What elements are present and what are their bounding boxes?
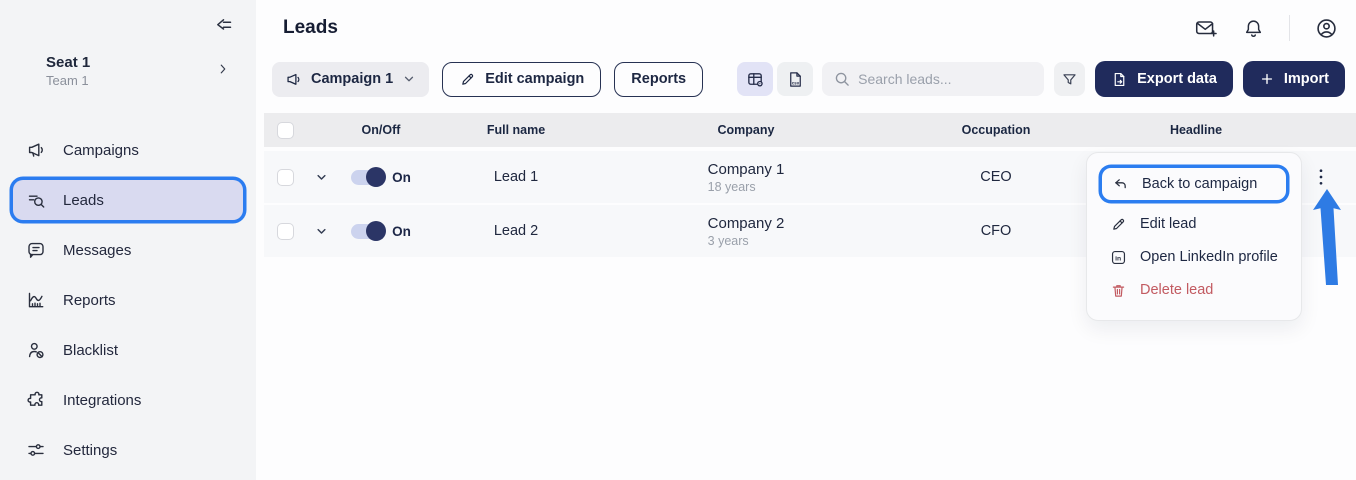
menu-item-delete-lead[interactable]: Delete lead: [1100, 275, 1288, 305]
topbar: Leads: [256, 0, 1356, 56]
sidebar-item-label: Settings: [63, 442, 117, 459]
bell-icon[interactable]: [1243, 18, 1264, 39]
mail-plus-icon[interactable]: [1194, 17, 1218, 39]
menu-item-label: Open LinkedIn profile: [1140, 249, 1278, 265]
sidebar-item-reports[interactable]: Reports: [13, 280, 243, 320]
linkedin-glyph: in: [1115, 255, 1121, 262]
row-checkbox[interactable]: [277, 223, 294, 240]
export-data-label: Export data: [1137, 71, 1217, 87]
puzzle-icon: [25, 390, 47, 410]
sidebar-item-label: Integrations: [63, 392, 141, 409]
sidebar-item-label: Campaigns: [63, 142, 139, 159]
edit-campaign-button[interactable]: Edit campaign: [442, 62, 601, 97]
sliders-icon: [25, 440, 47, 460]
lead-company: Company 1: [708, 161, 785, 178]
chevron-down-icon[interactable]: [314, 224, 329, 239]
sidebar-item-label: Reports: [63, 292, 116, 309]
back-arrow-icon: [1111, 176, 1129, 193]
sidebar-item-messages[interactable]: Messages: [13, 230, 243, 270]
edit-campaign-label: Edit campaign: [485, 71, 584, 87]
sidebar-item-leads[interactable]: Leads: [13, 180, 243, 220]
collapse-sidebar-icon[interactable]: [213, 16, 235, 41]
search-input[interactable]: [822, 62, 1044, 96]
chart-icon: [25, 290, 47, 310]
lead-company-duration: 3 years: [708, 234, 749, 248]
sidebar: Seat 1 Team 1 Campaigns: [0, 0, 256, 480]
lead-occupation: CEO: [886, 169, 1106, 185]
row-context-menu: Back to campaign Edit lead in Open Linke…: [1086, 152, 1302, 321]
export-data-button[interactable]: Export data: [1095, 61, 1233, 97]
toggle-state-label: On: [392, 170, 411, 185]
column-header-full-name: Full name: [426, 123, 606, 137]
linkedin-icon: in: [1109, 249, 1127, 266]
trash-icon: [1109, 282, 1127, 299]
sidebar-item-campaigns[interactable]: Campaigns: [13, 130, 243, 170]
account-icon[interactable]: [1315, 17, 1338, 40]
toggle-state-label: On: [392, 224, 411, 239]
reports-button[interactable]: Reports: [614, 62, 703, 97]
menu-item-open-linkedin-profile[interactable]: in Open LinkedIn profile: [1100, 242, 1288, 272]
sidebar-item-settings[interactable]: Settings: [13, 430, 243, 470]
chevron-down-icon[interactable]: [314, 170, 329, 185]
sidebar-item-label: Blacklist: [63, 342, 118, 359]
table-header-row: On/Off Full name Company Occupation Head…: [264, 113, 1356, 147]
lead-company: Company 2: [708, 215, 785, 232]
csv-glyph: csv: [792, 80, 800, 85]
menu-item-label: Back to campaign: [1142, 176, 1257, 192]
export-file-icon: [1111, 71, 1128, 88]
row-toggle[interactable]: [351, 170, 384, 185]
reports-button-label: Reports: [631, 71, 686, 87]
view-toggle: csv: [737, 62, 813, 96]
lead-search-icon: [25, 190, 47, 210]
campaign-selector[interactable]: Campaign 1: [272, 62, 429, 97]
column-header-occupation: Occupation: [886, 123, 1106, 137]
lead-company-duration: 18 years: [708, 180, 756, 194]
chat-bubble-icon: [25, 240, 47, 260]
import-label: Import: [1284, 71, 1329, 87]
column-header-headline: Headline: [1106, 123, 1286, 137]
chevron-down-icon: [402, 72, 416, 86]
lead-full-name: Lead 2: [426, 223, 606, 239]
sidebar-item-label: Leads: [63, 192, 104, 209]
select-all-checkbox[interactable]: [277, 122, 294, 139]
sidebar-item-label: Messages: [63, 242, 131, 259]
import-button[interactable]: Import: [1243, 61, 1345, 97]
menu-item-back-to-campaign[interactable]: Back to campaign: [1102, 168, 1286, 200]
csv-file-icon[interactable]: csv: [777, 62, 813, 96]
sidebar-nav: Campaigns Leads Messages: [13, 130, 243, 480]
menu-item-edit-lead[interactable]: Edit lead: [1100, 209, 1288, 239]
edit-pencil-icon: [459, 71, 476, 88]
edit-pencil-icon: [1109, 216, 1127, 233]
user-block-icon: [25, 340, 47, 360]
column-header-onoff: On/Off: [336, 123, 426, 137]
lead-occupation: CFO: [886, 223, 1106, 239]
table-settings-icon[interactable]: [737, 62, 773, 96]
column-header-company: Company: [606, 123, 886, 137]
funnel-icon[interactable]: [1054, 62, 1085, 96]
chevron-right-icon[interactable]: [216, 61, 230, 82]
toolbar: Campaign 1 Edit campaign Reports: [256, 61, 1356, 97]
menu-item-label: Delete lead: [1140, 282, 1213, 298]
menu-item-label: Edit lead: [1140, 216, 1196, 232]
seat-selector[interactable]: Seat 1 Team 1: [46, 54, 243, 88]
sidebar-item-blacklist[interactable]: Blacklist: [13, 330, 243, 370]
app-window: Seat 1 Team 1 Campaigns: [0, 0, 1356, 480]
search-box: [822, 62, 1044, 96]
seat-title: Seat 1: [46, 54, 90, 71]
row-checkbox[interactable]: [277, 169, 294, 186]
lead-full-name: Lead 1: [426, 169, 606, 185]
page-title: Leads: [283, 17, 338, 39]
plus-icon: [1259, 71, 1275, 87]
sidebar-item-integrations[interactable]: Integrations: [13, 380, 243, 420]
topbar-divider: [1289, 15, 1290, 41]
row-toggle[interactable]: [351, 224, 384, 239]
seat-subtitle: Team 1: [46, 73, 90, 88]
megaphone-icon: [25, 140, 47, 160]
campaign-selector-label: Campaign 1: [311, 71, 393, 87]
megaphone-icon: [285, 71, 302, 88]
